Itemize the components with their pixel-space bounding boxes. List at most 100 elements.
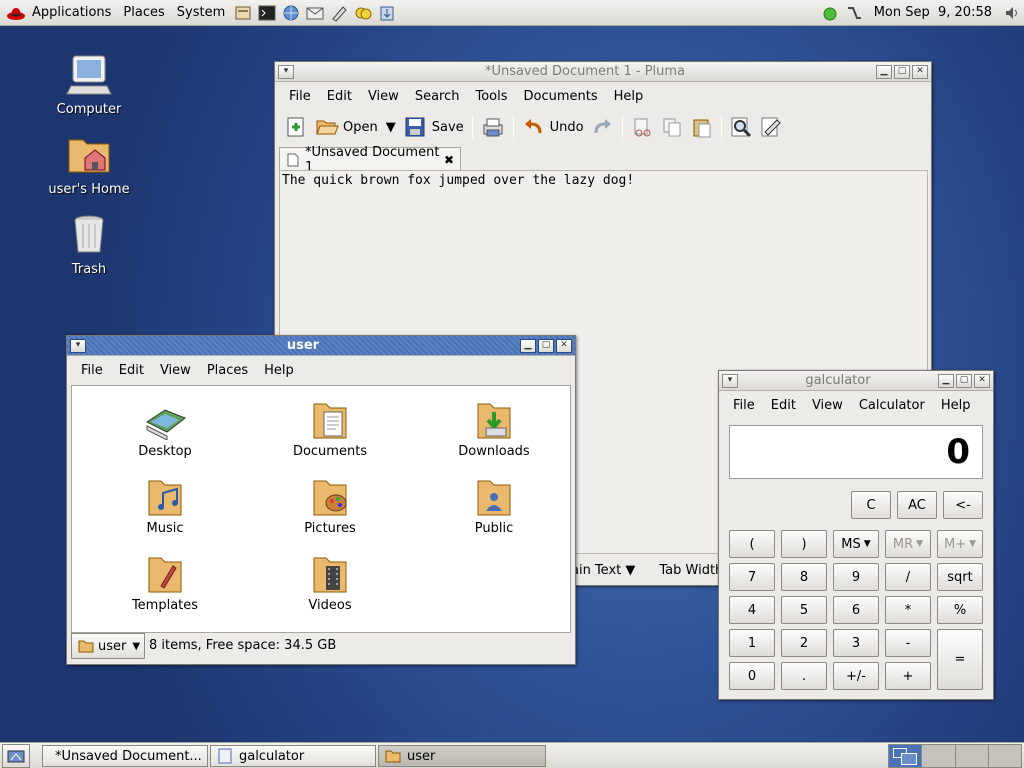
subtract-button[interactable]: - (885, 629, 931, 657)
digit-7-button[interactable]: 7 (729, 563, 775, 591)
messenger-icon[interactable] (352, 3, 374, 23)
menu-search[interactable]: Search (407, 89, 468, 104)
maximize-button[interactable]: ▢ (956, 373, 972, 388)
digit-6-button[interactable]: 6 (833, 596, 879, 624)
find-button[interactable] (726, 113, 756, 141)
menu-view[interactable]: View (360, 89, 407, 104)
workspace-switcher[interactable] (888, 744, 1022, 768)
close-button[interactable]: ✕ (912, 64, 928, 79)
digit-8-button[interactable]: 8 (781, 563, 827, 591)
menu-tools[interactable]: Tools (467, 89, 515, 104)
open-paren-button[interactable]: ( (729, 530, 775, 558)
digit-4-button[interactable]: 4 (729, 596, 775, 624)
menu-file[interactable]: File (281, 89, 319, 104)
window-menu-button[interactable]: ▾ (278, 64, 294, 79)
calculator-titlebar[interactable]: ▾ galculator ▁ ▢ ✕ (719, 371, 993, 391)
digit-2-button[interactable]: 2 (781, 629, 827, 657)
volume-icon[interactable] (1001, 3, 1023, 23)
workspace-2[interactable] (922, 745, 956, 767)
close-paren-button[interactable]: ) (781, 530, 827, 558)
text-editor-icon[interactable] (328, 3, 350, 23)
sqrt-button[interactable]: sqrt (937, 563, 983, 591)
icon-view[interactable]: Desktop Documents Downloads Music Pictur… (71, 385, 571, 633)
equals-button[interactable]: = (937, 629, 983, 690)
desktop-icon-computer[interactable]: Computer (39, 52, 139, 117)
redhat-logo-icon[interactable] (6, 5, 26, 21)
replace-button[interactable] (756, 113, 786, 141)
folder-item-pictures[interactable]: Pictures (270, 477, 390, 536)
paste-button[interactable] (687, 113, 717, 141)
digit-9-button[interactable]: 9 (833, 563, 879, 591)
task-galculator[interactable]: galculator (210, 745, 376, 767)
pluma-titlebar[interactable]: ▾ *Unsaved Document 1 - Pluma ▁ ▢ ✕ (275, 62, 931, 82)
add-button[interactable]: + (885, 662, 931, 690)
digit-1-button[interactable]: 1 (729, 629, 775, 657)
multiply-button[interactable]: * (885, 596, 931, 624)
show-desktop-button[interactable] (2, 744, 30, 768)
language-selector[interactable]: ain Text ▼ (571, 563, 635, 578)
document-tab[interactable]: *Unsaved Document 1 ✖ (279, 145, 461, 175)
menu-view[interactable]: View (152, 363, 199, 378)
system-menu[interactable]: System (171, 5, 231, 20)
sign-toggle-button[interactable]: +/- (833, 662, 879, 690)
copy-button[interactable] (657, 113, 687, 141)
software-update-icon[interactable] (376, 3, 398, 23)
folder-item-videos[interactable]: Videos (270, 554, 390, 613)
update-notifier-icon[interactable] (819, 3, 841, 23)
save-button[interactable]: Save (400, 113, 468, 141)
mail-icon[interactable] (304, 3, 326, 23)
undo-button[interactable]: Undo (518, 113, 588, 141)
folder-item-desktop[interactable]: Desktop (105, 400, 225, 459)
desktop-icon-home[interactable]: user's Home (39, 132, 139, 197)
menu-help[interactable]: Help (606, 89, 652, 104)
menu-places[interactable]: Places (199, 363, 256, 378)
decimal-point-button[interactable]: . (781, 662, 827, 690)
terminal-icon[interactable] (256, 3, 278, 23)
minimize-button[interactable]: ▁ (938, 373, 954, 388)
network-status-icon[interactable] (843, 3, 865, 23)
window-menu-button[interactable]: ▾ (722, 373, 738, 388)
network-icon[interactable] (280, 3, 302, 23)
places-menu[interactable]: Places (117, 5, 170, 20)
menu-edit[interactable]: Edit (111, 363, 152, 378)
menu-help[interactable]: Help (256, 363, 302, 378)
minimize-button[interactable]: ▁ (876, 64, 892, 79)
cut-button[interactable] (627, 113, 657, 141)
close-button[interactable]: ✕ (974, 373, 990, 388)
close-tab-icon[interactable]: ✖ (444, 153, 454, 167)
menu-view[interactable]: View (804, 398, 851, 413)
minimize-button[interactable]: ▁ (520, 338, 536, 353)
file-manager-titlebar[interactable]: ▾ user ▁ ▢ ✕ (67, 336, 575, 356)
print-button[interactable] (477, 113, 509, 141)
applications-menu[interactable]: Applications (26, 5, 117, 20)
maximize-button[interactable]: ▢ (894, 64, 910, 79)
backspace-button[interactable]: <- (943, 491, 983, 519)
clear-button[interactable]: C (851, 491, 891, 519)
file-manager-icon[interactable] (232, 3, 254, 23)
clock[interactable]: Mon Sep 9, 20:58 (866, 5, 1000, 20)
workspace-4[interactable] (988, 745, 1021, 767)
tab-width-selector[interactable]: Tab Width (659, 563, 723, 578)
folder-item-downloads[interactable]: Downloads (434, 400, 554, 459)
workspace-3[interactable] (955, 745, 989, 767)
task-file-manager[interactable]: user (378, 745, 546, 767)
folder-item-templates[interactable]: Templates (105, 554, 225, 613)
location-dropdown[interactable]: user ▼ (71, 633, 145, 659)
folder-item-public[interactable]: Public (434, 477, 554, 536)
folder-item-documents[interactable]: Documents (270, 400, 390, 459)
redo-button[interactable] (588, 113, 618, 141)
open-button[interactable]: Open (311, 113, 382, 141)
folder-item-music[interactable]: Music (105, 477, 225, 536)
menu-calculator[interactable]: Calculator (851, 398, 933, 413)
menu-file[interactable]: File (73, 363, 111, 378)
task-pluma[interactable]: *Unsaved Document... (42, 745, 208, 767)
divide-button[interactable]: / (885, 563, 931, 591)
digit-5-button[interactable]: 5 (781, 596, 827, 624)
digit-3-button[interactable]: 3 (833, 629, 879, 657)
memory-store-button[interactable]: MS ▼ (833, 530, 879, 558)
percent-button[interactable]: % (937, 596, 983, 624)
digit-0-button[interactable]: 0 (729, 662, 775, 690)
desktop-icon-trash[interactable]: Trash (39, 212, 139, 277)
workspace-1[interactable] (889, 745, 923, 767)
close-button[interactable]: ✕ (556, 338, 572, 353)
